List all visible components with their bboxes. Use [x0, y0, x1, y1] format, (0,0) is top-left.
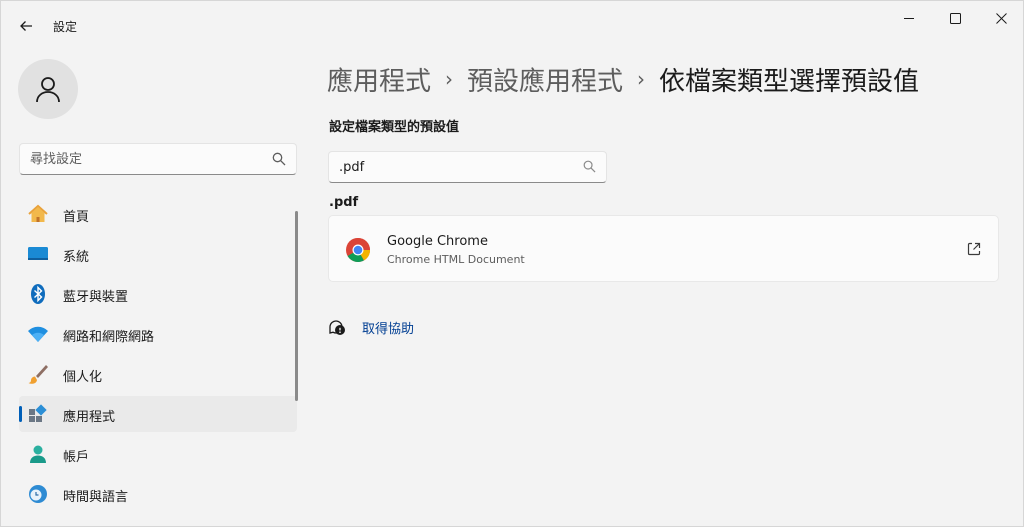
- app-name: Google Chrome: [387, 234, 488, 249]
- apps-icon: [27, 403, 49, 425]
- breadcrumb-separator: ›: [445, 67, 454, 91]
- sidebar-item-label: 個人化: [63, 370, 103, 385]
- open-external-icon[interactable]: [966, 241, 982, 257]
- sidebar-item-home[interactable]: 首頁: [19, 196, 297, 232]
- settings-window: 設定 尋找設定 首頁 系統 藍牙與裝置 網路和網際網路 個人化 應用程式 帳戶 …: [0, 0, 1024, 527]
- time-language-icon: [27, 483, 49, 505]
- sidebar-item-label: 應用程式: [63, 410, 116, 425]
- minimize-button[interactable]: [886, 1, 932, 35]
- close-button[interactable]: [978, 1, 1024, 35]
- section-title: 設定檔案類型的預設值: [329, 120, 460, 135]
- breadcrumb-separator: ›: [637, 67, 646, 91]
- sidebar-item-network[interactable]: 網路和網際網路: [19, 316, 297, 352]
- search-icon[interactable]: [272, 152, 286, 166]
- sidebar-item-label: 藍牙與裝置: [63, 290, 129, 305]
- sidebar-item-system[interactable]: 系統: [19, 236, 297, 272]
- sidebar-item-label: 系統: [63, 250, 90, 265]
- file-type-search-input[interactable]: [339, 157, 569, 177]
- user-avatar[interactable]: [18, 59, 78, 119]
- wifi-icon: [27, 323, 49, 345]
- back-arrow-icon: [20, 21, 32, 31]
- search-icon[interactable]: [583, 160, 596, 173]
- sidebar-item-label: 首頁: [63, 210, 90, 225]
- sidebar-item-label: 網路和網際網路: [63, 330, 155, 345]
- window-title: 設定: [53, 20, 78, 34]
- breadcrumb-item-apps[interactable]: 應用程式: [327, 61, 431, 98]
- get-help-label[interactable]: 取得協助: [362, 318, 414, 337]
- chrome-icon: [346, 238, 370, 263]
- back-button[interactable]: [11, 11, 41, 41]
- breadcrumb: 應用程式 › 預設應用程式 › 依檔案類型選擇預設值: [327, 59, 919, 99]
- sidebar-item-label: 帳戶: [63, 450, 90, 465]
- title-bar: 設定: [1, 1, 1024, 49]
- get-help-link[interactable]: 取得協助: [328, 317, 414, 337]
- person-icon: [36, 77, 60, 103]
- sidebar-item-personalization[interactable]: 個人化: [19, 356, 297, 392]
- sidebar-item-accounts[interactable]: 帳戶: [19, 436, 297, 472]
- sidebar-scrollbar[interactable]: [295, 211, 298, 401]
- account-icon: [27, 443, 49, 465]
- sidebar-nav: 首頁 系統 藍牙與裝置 網路和網際網路 個人化 應用程式 帳戶 時間與語言: [19, 196, 297, 516]
- sidebar-item-bluetooth[interactable]: 藍牙與裝置: [19, 276, 297, 312]
- file-extension-heading: .pdf: [329, 195, 359, 210]
- file-type-search-box[interactable]: [328, 151, 607, 183]
- maximize-button[interactable]: [932, 1, 978, 35]
- breadcrumb-item-default-apps[interactable]: 預設應用程式: [467, 61, 623, 98]
- default-app-card[interactable]: Google Chrome Chrome HTML Document: [328, 215, 999, 282]
- system-icon: [27, 243, 49, 265]
- settings-search-input[interactable]: [30, 149, 260, 169]
- page-title: 依檔案類型選擇預設值: [659, 66, 920, 97]
- help-icon: [329, 320, 345, 335]
- sidebar-item-apps[interactable]: 應用程式: [19, 396, 297, 432]
- active-indicator: [19, 406, 22, 422]
- maximize-icon: [949, 12, 961, 24]
- settings-search-box[interactable]: [19, 143, 297, 175]
- close-icon: [995, 12, 1007, 24]
- bluetooth-icon: [27, 283, 49, 305]
- home-icon: [27, 203, 49, 225]
- minimize-icon: [904, 18, 914, 19]
- sidebar-item-label: 時間與語言: [63, 490, 129, 505]
- app-description: Chrome HTML Document: [387, 253, 525, 266]
- sidebar-item-time-language[interactable]: 時間與語言: [19, 476, 297, 512]
- brush-icon: [27, 363, 49, 385]
